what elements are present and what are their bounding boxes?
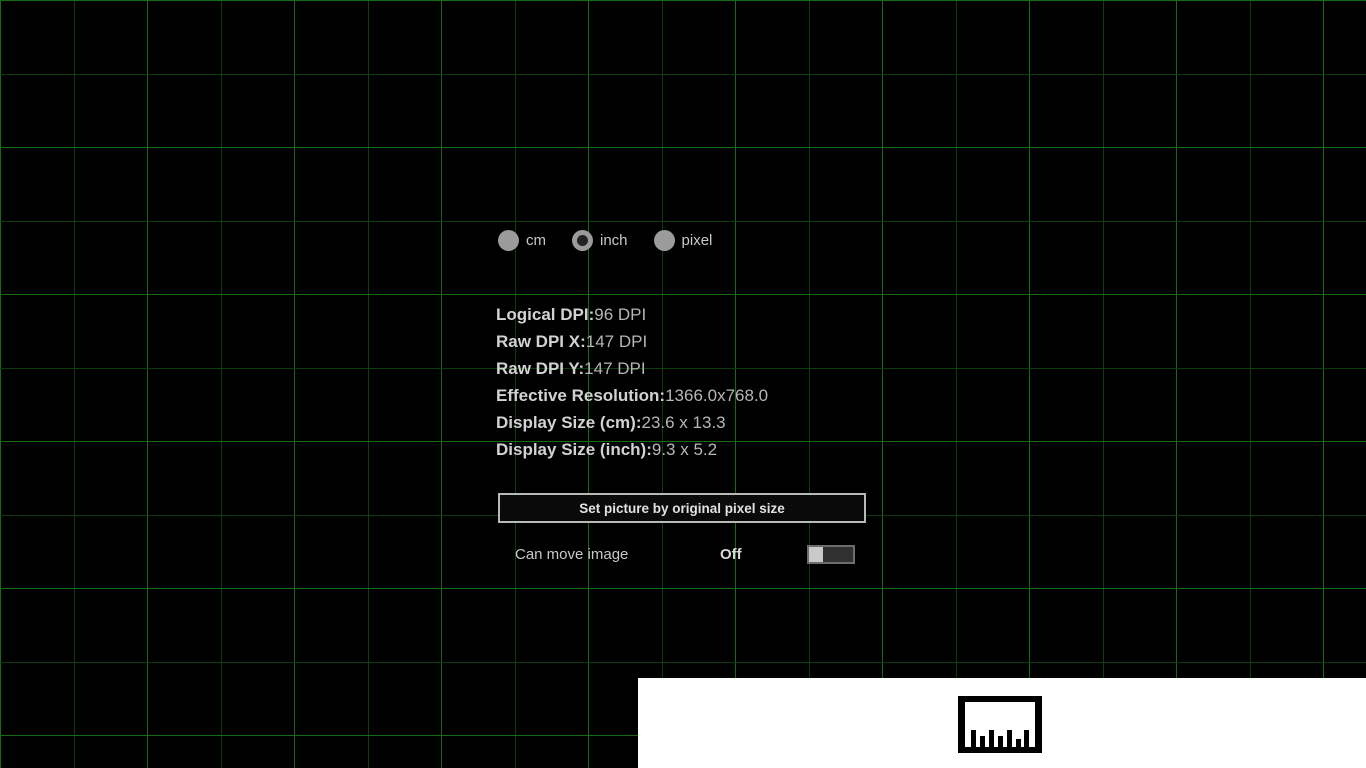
info-value-raw-dpi-y: 147 DPI xyxy=(584,359,646,378)
set-picture-original-size-button[interactable]: Set picture by original pixel size xyxy=(498,493,866,523)
info-row-raw-dpi-y: Raw DPI Y:147 DPI xyxy=(496,355,916,382)
info-value-raw-dpi-x: 147 DPI xyxy=(585,332,648,351)
info-row-effective-resolution: Effective Resolution:1366.0x768.0 xyxy=(496,382,916,409)
can-move-image-toggle[interactable] xyxy=(807,545,855,564)
can-move-image-state: Off xyxy=(720,546,742,563)
info-row-logical-dpi: Logical DPI:96 DPI xyxy=(496,301,916,328)
unit-radio-group: cm inch pixel xyxy=(498,230,738,251)
display-info-list: Logical DPI:96 DPI Raw DPI X:147 DPI Raw… xyxy=(496,301,916,463)
can-move-image-row: Can move image Off xyxy=(498,543,868,567)
info-label-display-size-inch: Display Size (inch): xyxy=(496,440,652,459)
info-value-display-size-cm: 23.6 x 13.3 xyxy=(641,413,726,432)
info-label-logical-dpi: Logical DPI: xyxy=(496,305,595,324)
info-label-raw-dpi-x: Raw DPI X: xyxy=(496,332,586,351)
radio-pixel-icon[interactable] xyxy=(653,230,675,251)
image-preview-plate[interactable] xyxy=(638,678,1366,768)
info-label-raw-dpi-y: Raw DPI Y: xyxy=(496,359,585,378)
info-value-display-size-inch: 9.3 x 5.2 xyxy=(651,440,718,459)
toggle-knob[interactable] xyxy=(809,547,823,562)
radio-inch-icon[interactable] xyxy=(572,230,593,251)
radio-cm-icon[interactable] xyxy=(498,230,519,251)
radio-option-cm[interactable]: cm xyxy=(498,230,546,251)
can-move-image-label: Can move image xyxy=(515,546,629,563)
info-row-raw-dpi-x: Raw DPI X:147 DPI xyxy=(496,328,916,355)
info-row-display-size-cm: Display Size (cm):23.6 x 13.3 xyxy=(496,409,916,436)
control-panel: cm inch pixel Logical DPI:96 DPI Raw DPI… xyxy=(0,0,1366,768)
info-value-effective-resolution: 1366.0x768.0 xyxy=(665,386,769,405)
radio-pixel-label: pixel xyxy=(681,232,713,249)
radio-option-pixel[interactable]: pixel xyxy=(653,230,713,251)
radio-option-inch[interactable]: inch xyxy=(572,230,628,251)
info-label-effective-resolution: Effective Resolution: xyxy=(496,386,666,405)
ruler-icon xyxy=(958,696,1042,753)
info-row-display-size-inch: Display Size (inch):9.3 x 5.2 xyxy=(496,436,916,463)
info-value-logical-dpi: 96 DPI xyxy=(594,305,647,324)
radio-cm-label: cm xyxy=(526,232,546,249)
info-label-display-size-cm: Display Size (cm): xyxy=(496,413,642,432)
radio-inch-label: inch xyxy=(600,232,628,249)
